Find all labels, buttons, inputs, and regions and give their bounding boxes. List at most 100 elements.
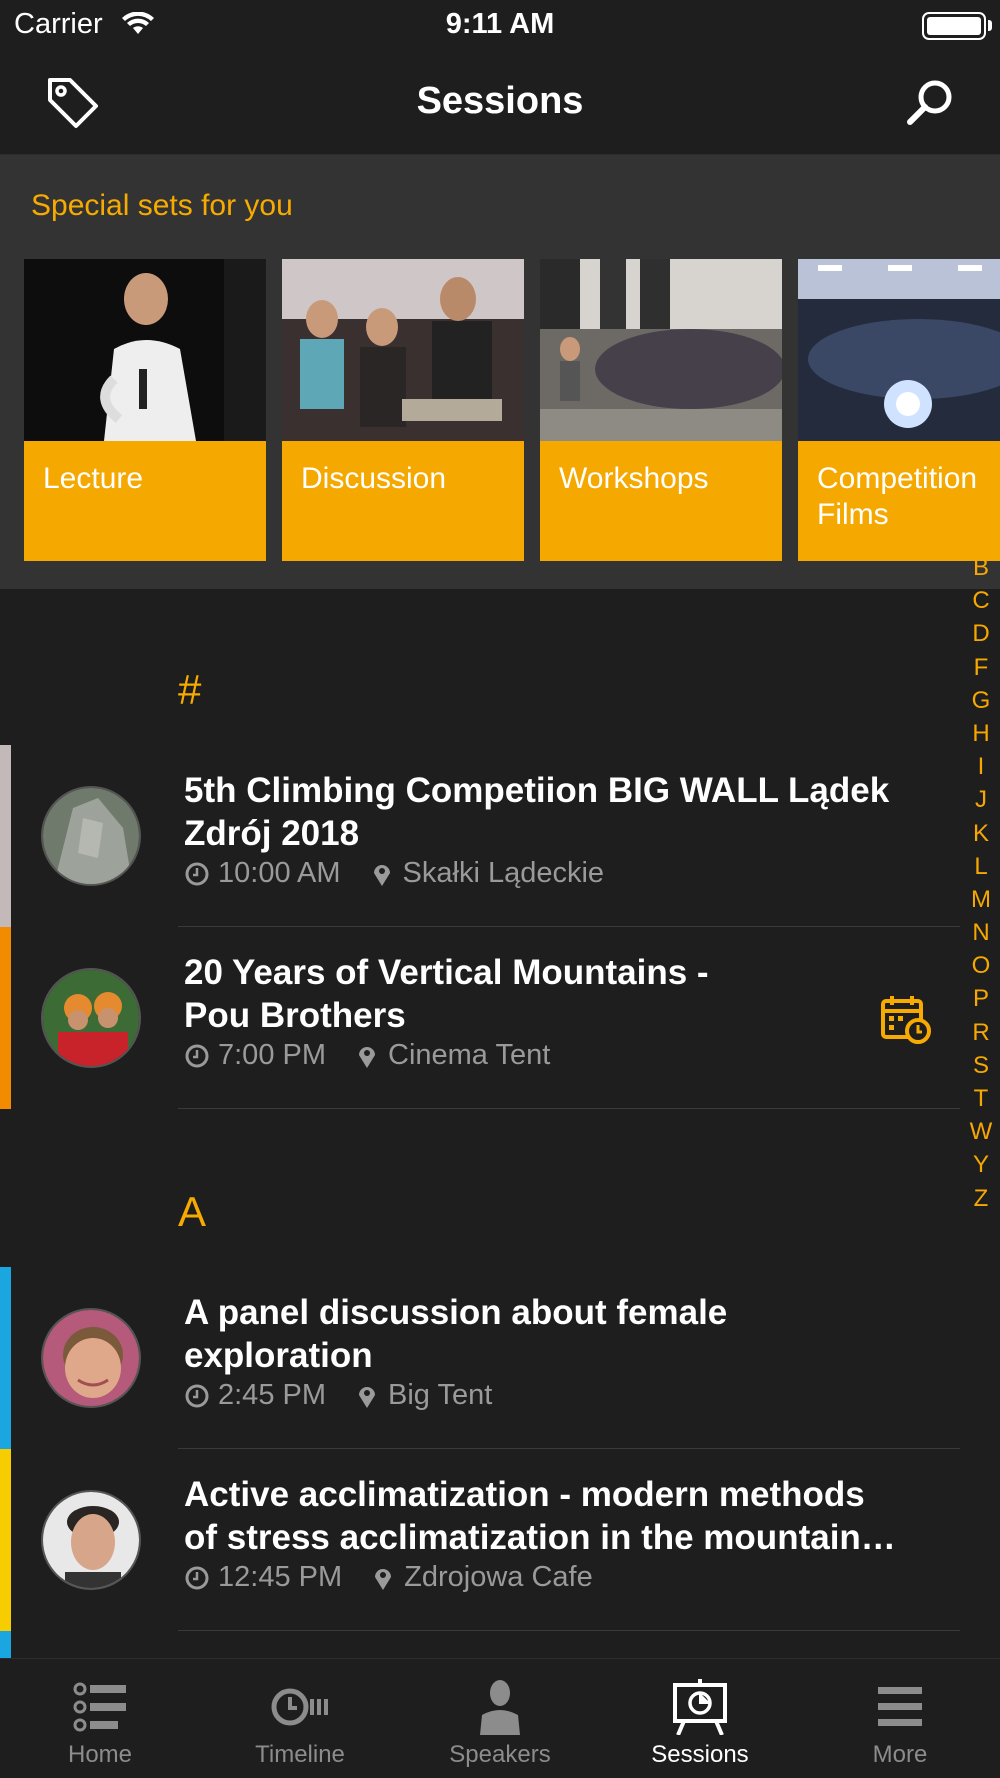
tab-more[interactable]: More — [800, 1659, 1000, 1778]
session-location: Cinema Tent — [388, 1039, 551, 1071]
alphabet-index[interactable]: BCDFGHIJKLMNOPRSTWYZ — [962, 551, 1000, 1215]
session-title: 5th Climbing Competiion BIG WALL Lądek Zd… — [184, 771, 890, 853]
battery-tip — [988, 20, 992, 31]
location-pin-icon — [373, 864, 390, 886]
tab-label: More — [872, 1741, 928, 1768]
index-letter[interactable]: B — [962, 551, 1000, 584]
session-title: 20 Years of Vertical Mountains - Pou Brot… — [184, 953, 709, 1035]
tab-label: Home — [67, 1741, 133, 1768]
index-letter[interactable]: R — [962, 1016, 1000, 1049]
set-card-image — [798, 259, 1000, 441]
index-letter[interactable]: Y — [962, 1148, 1000, 1181]
index-letter[interactable]: I — [962, 750, 1000, 783]
session-avatar — [41, 786, 141, 886]
index-letter[interactable]: T — [962, 1082, 1000, 1115]
session-location: Skałki Lądeckie — [402, 857, 605, 889]
set-card-image — [282, 259, 524, 441]
menu-icon — [878, 1687, 922, 1726]
index-letter[interactable]: F — [962, 651, 1000, 684]
index-letter[interactable]: J — [962, 783, 1000, 816]
index-letter[interactable]: C — [962, 584, 1000, 617]
index-letter[interactable]: S — [962, 1049, 1000, 1082]
tab-speakers[interactable]: Speakers — [400, 1659, 600, 1778]
session-time: 10:00 AM — [218, 857, 341, 889]
session-title: A panel discussion about female explorati… — [184, 1293, 728, 1375]
session-avatar — [41, 1308, 141, 1408]
session-accent-bar — [0, 1267, 11, 1449]
calendar-clock-icon[interactable] — [880, 993, 932, 1045]
session-meta: 2:45 PM Big Tent — [184, 1379, 492, 1412]
index-letter[interactable]: D — [962, 617, 1000, 650]
session-title: Active acclimatization - modern methods o… — [184, 1475, 896, 1557]
special-sets-carousel[interactable]: Lecture Discussion Workshops Competition… — [24, 259, 1000, 561]
index-letter[interactable]: N — [962, 916, 1000, 949]
set-card-image — [540, 259, 782, 441]
set-card-competition-films[interactable]: Competition Films — [798, 259, 1000, 561]
index-letter[interactable]: G — [962, 684, 1000, 717]
tab-sessions[interactable]: Sessions — [600, 1659, 800, 1778]
session-meta: 7:00 PM Cinema Tent — [184, 1039, 550, 1072]
index-letter[interactable]: L — [962, 850, 1000, 883]
row-divider — [178, 1630, 960, 1631]
index-letter[interactable]: W — [962, 1115, 1000, 1148]
status-time: 9:11 AM — [445, 8, 555, 40]
session-accent-bar — [0, 1449, 11, 1631]
set-card-label: Competition Films — [798, 441, 1000, 561]
location-pin-icon — [375, 1568, 392, 1590]
timeline-icon — [271, 1688, 328, 1726]
section-header: # — [178, 666, 202, 713]
presentation-icon — [673, 1679, 727, 1735]
tab-home[interactable]: Home — [0, 1659, 200, 1778]
set-card-label: Workshops — [540, 441, 782, 561]
tab-label: Speakers — [449, 1741, 551, 1768]
tab-label: Timeline — [255, 1741, 345, 1768]
session-time: 7:00 PM — [218, 1039, 326, 1071]
nav-bar: Sessions — [0, 50, 1000, 155]
set-card-label: Lecture — [24, 441, 266, 561]
tab-timeline[interactable]: Timeline — [200, 1659, 400, 1778]
session-row[interactable]: 5th Climbing Competiion BIG WALL Lądek Zd… — [0, 745, 960, 927]
set-card-image — [24, 259, 266, 441]
index-letter[interactable]: H — [962, 717, 1000, 750]
person-icon — [480, 1680, 520, 1735]
row-divider — [178, 1108, 960, 1109]
tab-label: Sessions — [651, 1741, 749, 1768]
set-card-workshops[interactable]: Workshops — [540, 259, 782, 561]
session-avatar — [41, 1490, 141, 1590]
index-letter[interactable]: M — [962, 883, 1000, 916]
session-accent-bar — [0, 1631, 11, 1658]
location-pin-icon — [359, 1046, 375, 1068]
location-pin-icon — [359, 1386, 375, 1408]
index-letter[interactable]: K — [962, 817, 1000, 850]
session-location: Big Tent — [388, 1379, 493, 1411]
session-location: Zdrojowa Cafe — [404, 1561, 593, 1593]
special-sets-title: Special sets for you — [31, 189, 293, 222]
index-letter[interactable]: Z — [962, 1182, 1000, 1215]
session-avatar — [41, 968, 141, 1068]
set-card-lecture[interactable]: Lecture — [24, 259, 266, 561]
search-icon[interactable] — [904, 76, 956, 128]
session-row[interactable]: Active acclimatization - modern methods o… — [0, 1449, 960, 1631]
clock-icon — [185, 1044, 209, 1067]
set-card-label: Discussion — [282, 441, 524, 561]
session-row[interactable]: A panel discussion about female explorati… — [0, 1267, 960, 1449]
section-header: A — [178, 1188, 207, 1235]
index-letter[interactable]: O — [962, 949, 1000, 982]
session-accent-bar — [0, 927, 11, 1109]
battery-icon — [922, 12, 986, 40]
session-meta: 12:45 PM Zdrojowa Cafe — [184, 1561, 593, 1594]
clock-icon — [185, 1566, 209, 1589]
session-row[interactable]: 20 Years of Vertical Mountains - Pou Brot… — [0, 927, 960, 1109]
tab-bar: Home Timeline Speakers Sessions More — [0, 1658, 1000, 1778]
session-meta: 10:00 AM Skałki Lądeckie — [184, 857, 604, 890]
page-title: Sessions — [416, 80, 584, 122]
session-accent-bar — [0, 745, 11, 927]
clock-icon — [185, 862, 209, 885]
session-time: 2:45 PM — [218, 1379, 326, 1411]
index-letter[interactable]: P — [962, 982, 1000, 1015]
clock-icon — [185, 1384, 209, 1407]
session-time: 12:45 PM — [218, 1561, 343, 1593]
list-icon — [73, 1682, 126, 1732]
status-bar: Carrier 9:11 AM — [0, 0, 1000, 50]
set-card-discussion[interactable]: Discussion — [282, 259, 524, 561]
